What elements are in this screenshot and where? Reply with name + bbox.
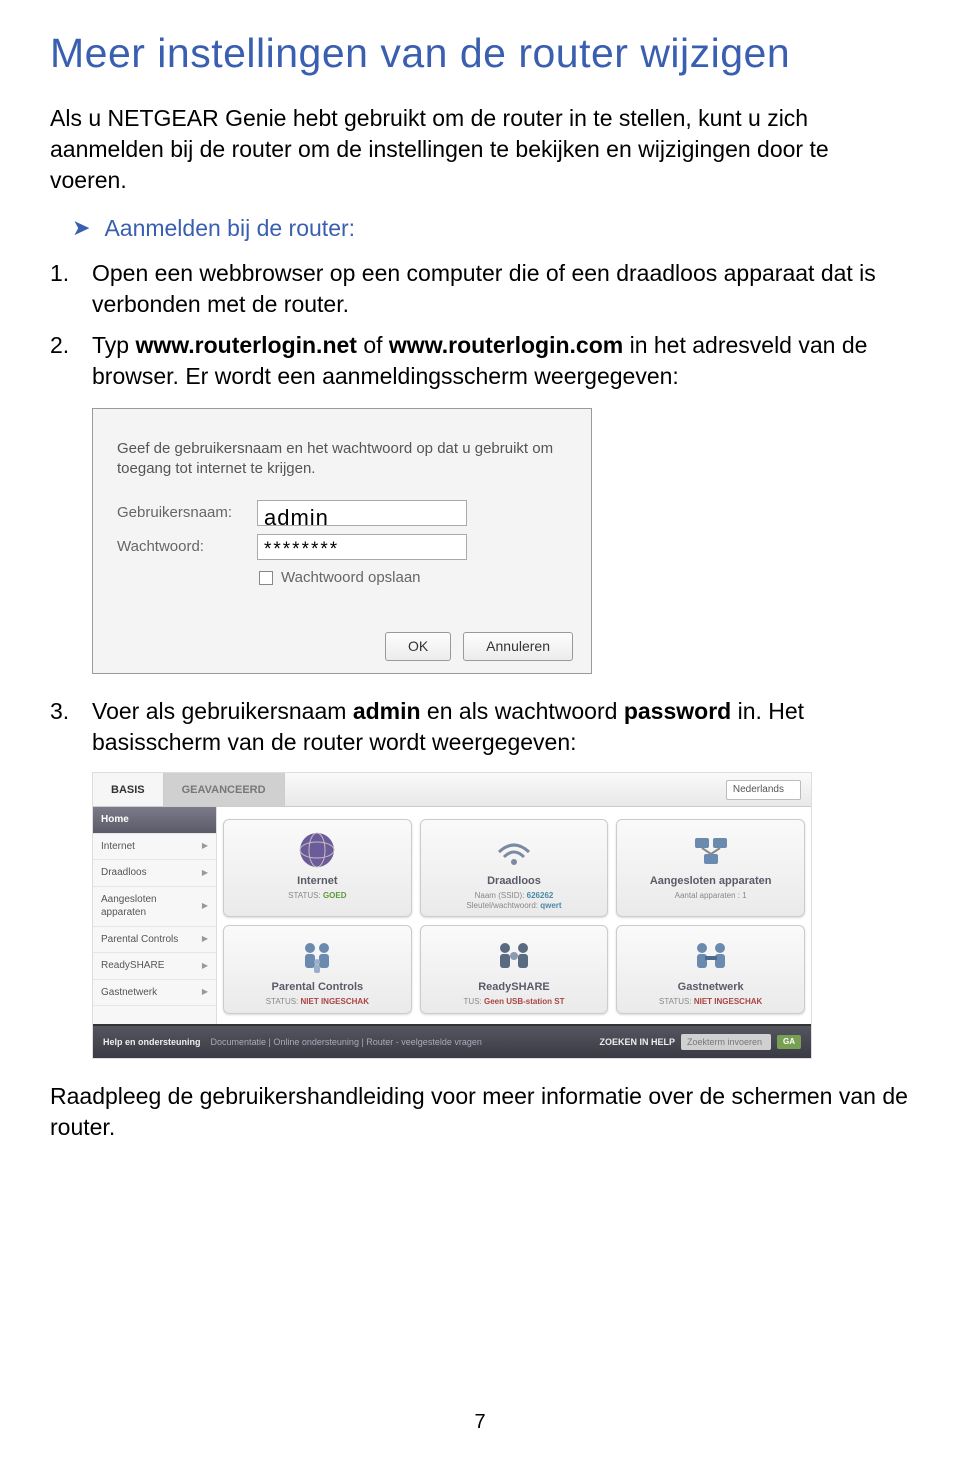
sidebar-item-parental[interactable]: Parental Controls ▶: [93, 927, 216, 954]
tile-title: Parental Controls: [228, 980, 407, 995]
help-search-input[interactable]: Zoekterm invoeren: [681, 1034, 771, 1050]
step-1: Open een webbrowser op een computer die …: [50, 258, 910, 320]
globe-icon: [295, 830, 339, 870]
tile-draadloos[interactable]: Draadloos Naam (SSID): 626262Sleutel/wac…: [420, 819, 609, 917]
family-icon: [295, 936, 339, 976]
tile-readyshare[interactable]: ReadySHARE TUS: Geen USB-station ST: [420, 925, 609, 1013]
tab-basis[interactable]: BASIS: [93, 773, 164, 806]
save-password-label: Wachtwoord opslaan: [281, 568, 421, 588]
page-number: 7: [0, 1411, 960, 1434]
dashboard-footer: Help en ondersteuning Documentatie | Onl…: [93, 1024, 811, 1058]
tile-apparaten[interactable]: Aangesloten apparaten Aantal apparaten :…: [616, 819, 805, 917]
tile-status: Aantal apparaten : 1: [621, 891, 800, 901]
sidebar-item-readyshare[interactable]: ReadySHARE ▶: [93, 953, 216, 980]
password-input[interactable]: ********: [257, 534, 467, 560]
chevron-right-icon: ▶: [202, 961, 208, 972]
step-2-url-2: www.routerlogin.com: [389, 332, 623, 358]
tile-title: Internet: [228, 874, 407, 889]
language-select[interactable]: Nederlands: [726, 780, 801, 800]
sidebar-item-draadloos[interactable]: Draadloos ▶: [93, 860, 216, 887]
share-icon: [492, 936, 536, 976]
login-dialog: Geef de gebruikersnaam en het wachtwoord…: [92, 408, 592, 674]
router-dashboard: BASIS GEAVANCEERD Nederlands Home Intern…: [92, 772, 812, 1059]
tile-title: ReadySHARE: [425, 980, 604, 995]
save-password-checkbox[interactable]: [259, 571, 273, 585]
step-2: Typ www.routerlogin.net of www.routerlog…: [50, 330, 910, 674]
outro-paragraph: Raadpleeg de gebruikershandleiding voor …: [50, 1081, 910, 1143]
footer-links[interactable]: Documentatie | Online ondersteuning | Ro…: [211, 1036, 482, 1048]
tile-status: STATUS: NIET INGESCHAK: [228, 997, 407, 1007]
handshake-icon: [689, 936, 733, 976]
dialog-instruction: Geef de gebruikersnaam en het wachtwoord…: [117, 439, 571, 478]
sidebar-item-aangesloten[interactable]: Aangesloten apparaten▶: [93, 887, 216, 927]
chevron-right-icon: ▶: [202, 868, 208, 879]
sidebar-item-gastnetwerk[interactable]: Gastnetwerk ▶: [93, 980, 216, 1007]
devices-icon: [689, 830, 733, 870]
chevron-right-icon: ▶: [202, 841, 208, 852]
username-label: Gebruikersnaam:: [117, 503, 257, 523]
sidebar-item-label: Home: [101, 813, 129, 827]
step-3-text-a: Voer als gebruikersnaam: [92, 698, 353, 724]
tiles-grid: Internet STATUS: GOED Draadloos Naam (SS…: [217, 807, 811, 1023]
password-label: Wachtwoord:: [117, 537, 257, 557]
tile-status: STATUS: NIET INGESCHAK: [621, 997, 800, 1007]
tile-status: Naam (SSID): 626262Sleutel/wachtwoord: q…: [425, 891, 604, 910]
subheading-row: ➤ Aanmelden bij de router:: [72, 214, 910, 244]
step-2-url-1: www.routerlogin.net: [135, 332, 356, 358]
step-3-admin: admin: [353, 698, 421, 724]
tile-title: Aangesloten apparaten: [621, 874, 800, 889]
footer-help-label: Help en ondersteuning: [103, 1036, 201, 1048]
sidebar-item-label: ReadySHARE: [101, 959, 164, 973]
tile-title: Gastnetwerk: [621, 980, 800, 995]
sidebar-item-home[interactable]: Home: [93, 807, 216, 834]
tile-status: TUS: Geen USB-station ST: [425, 997, 604, 1007]
step-2-text-c: of: [357, 332, 389, 358]
sidebar: Home Internet ▶ Draadloos ▶ Aangesloten ap…: [93, 807, 217, 1023]
sidebar-item-label: Draadloos: [101, 866, 147, 880]
sidebar-item-label: Gastnetwerk: [101, 986, 157, 1000]
tile-gastnetwerk[interactable]: Gastnetwerk STATUS: NIET INGESCHAK: [616, 925, 805, 1013]
step-3: Voer als gebruikersnaam admin en als wac…: [50, 696, 910, 1059]
wifi-icon: [492, 830, 536, 870]
sidebar-item-label: Aangesloten apparaten: [101, 893, 202, 920]
sidebar-item-label: Parental Controls: [101, 933, 178, 947]
ok-button[interactable]: OK: [385, 632, 451, 661]
chevron-right-icon: ▶: [202, 934, 208, 945]
chevron-right-icon: ▶: [202, 901, 208, 912]
arrow-icon: ➤: [72, 214, 90, 243]
tile-status: STATUS: GOED: [228, 891, 407, 901]
username-input[interactable]: admin: [257, 500, 467, 526]
search-go-button[interactable]: GA: [777, 1035, 801, 1050]
chevron-right-icon: ▶: [202, 987, 208, 998]
intro-paragraph: Als u NETGEAR Genie hebt gebruikt om de …: [50, 103, 910, 196]
tile-parental[interactable]: Parental Controls STATUS: NIET INGESCHAK: [223, 925, 412, 1013]
step-2-text-a: Typ: [92, 332, 135, 358]
sidebar-item-internet[interactable]: Internet ▶: [93, 834, 216, 861]
page-heading: Meer instellingen van de router wijzigen: [50, 30, 910, 77]
tab-geavanceerd[interactable]: GEAVANCEERD: [164, 773, 285, 806]
tile-internet[interactable]: Internet STATUS: GOED: [223, 819, 412, 917]
subheading-text: Aanmelden bij de router:: [104, 214, 355, 244]
step-3-text-c: en als wachtwoord: [421, 698, 624, 724]
sidebar-item-label: Internet: [101, 840, 135, 854]
cancel-button[interactable]: Annuleren: [463, 632, 573, 661]
search-in-help-label: ZOEKEN IN HELP: [599, 1036, 675, 1048]
tile-title: Draadloos: [425, 874, 604, 889]
step-3-password: password: [624, 698, 731, 724]
